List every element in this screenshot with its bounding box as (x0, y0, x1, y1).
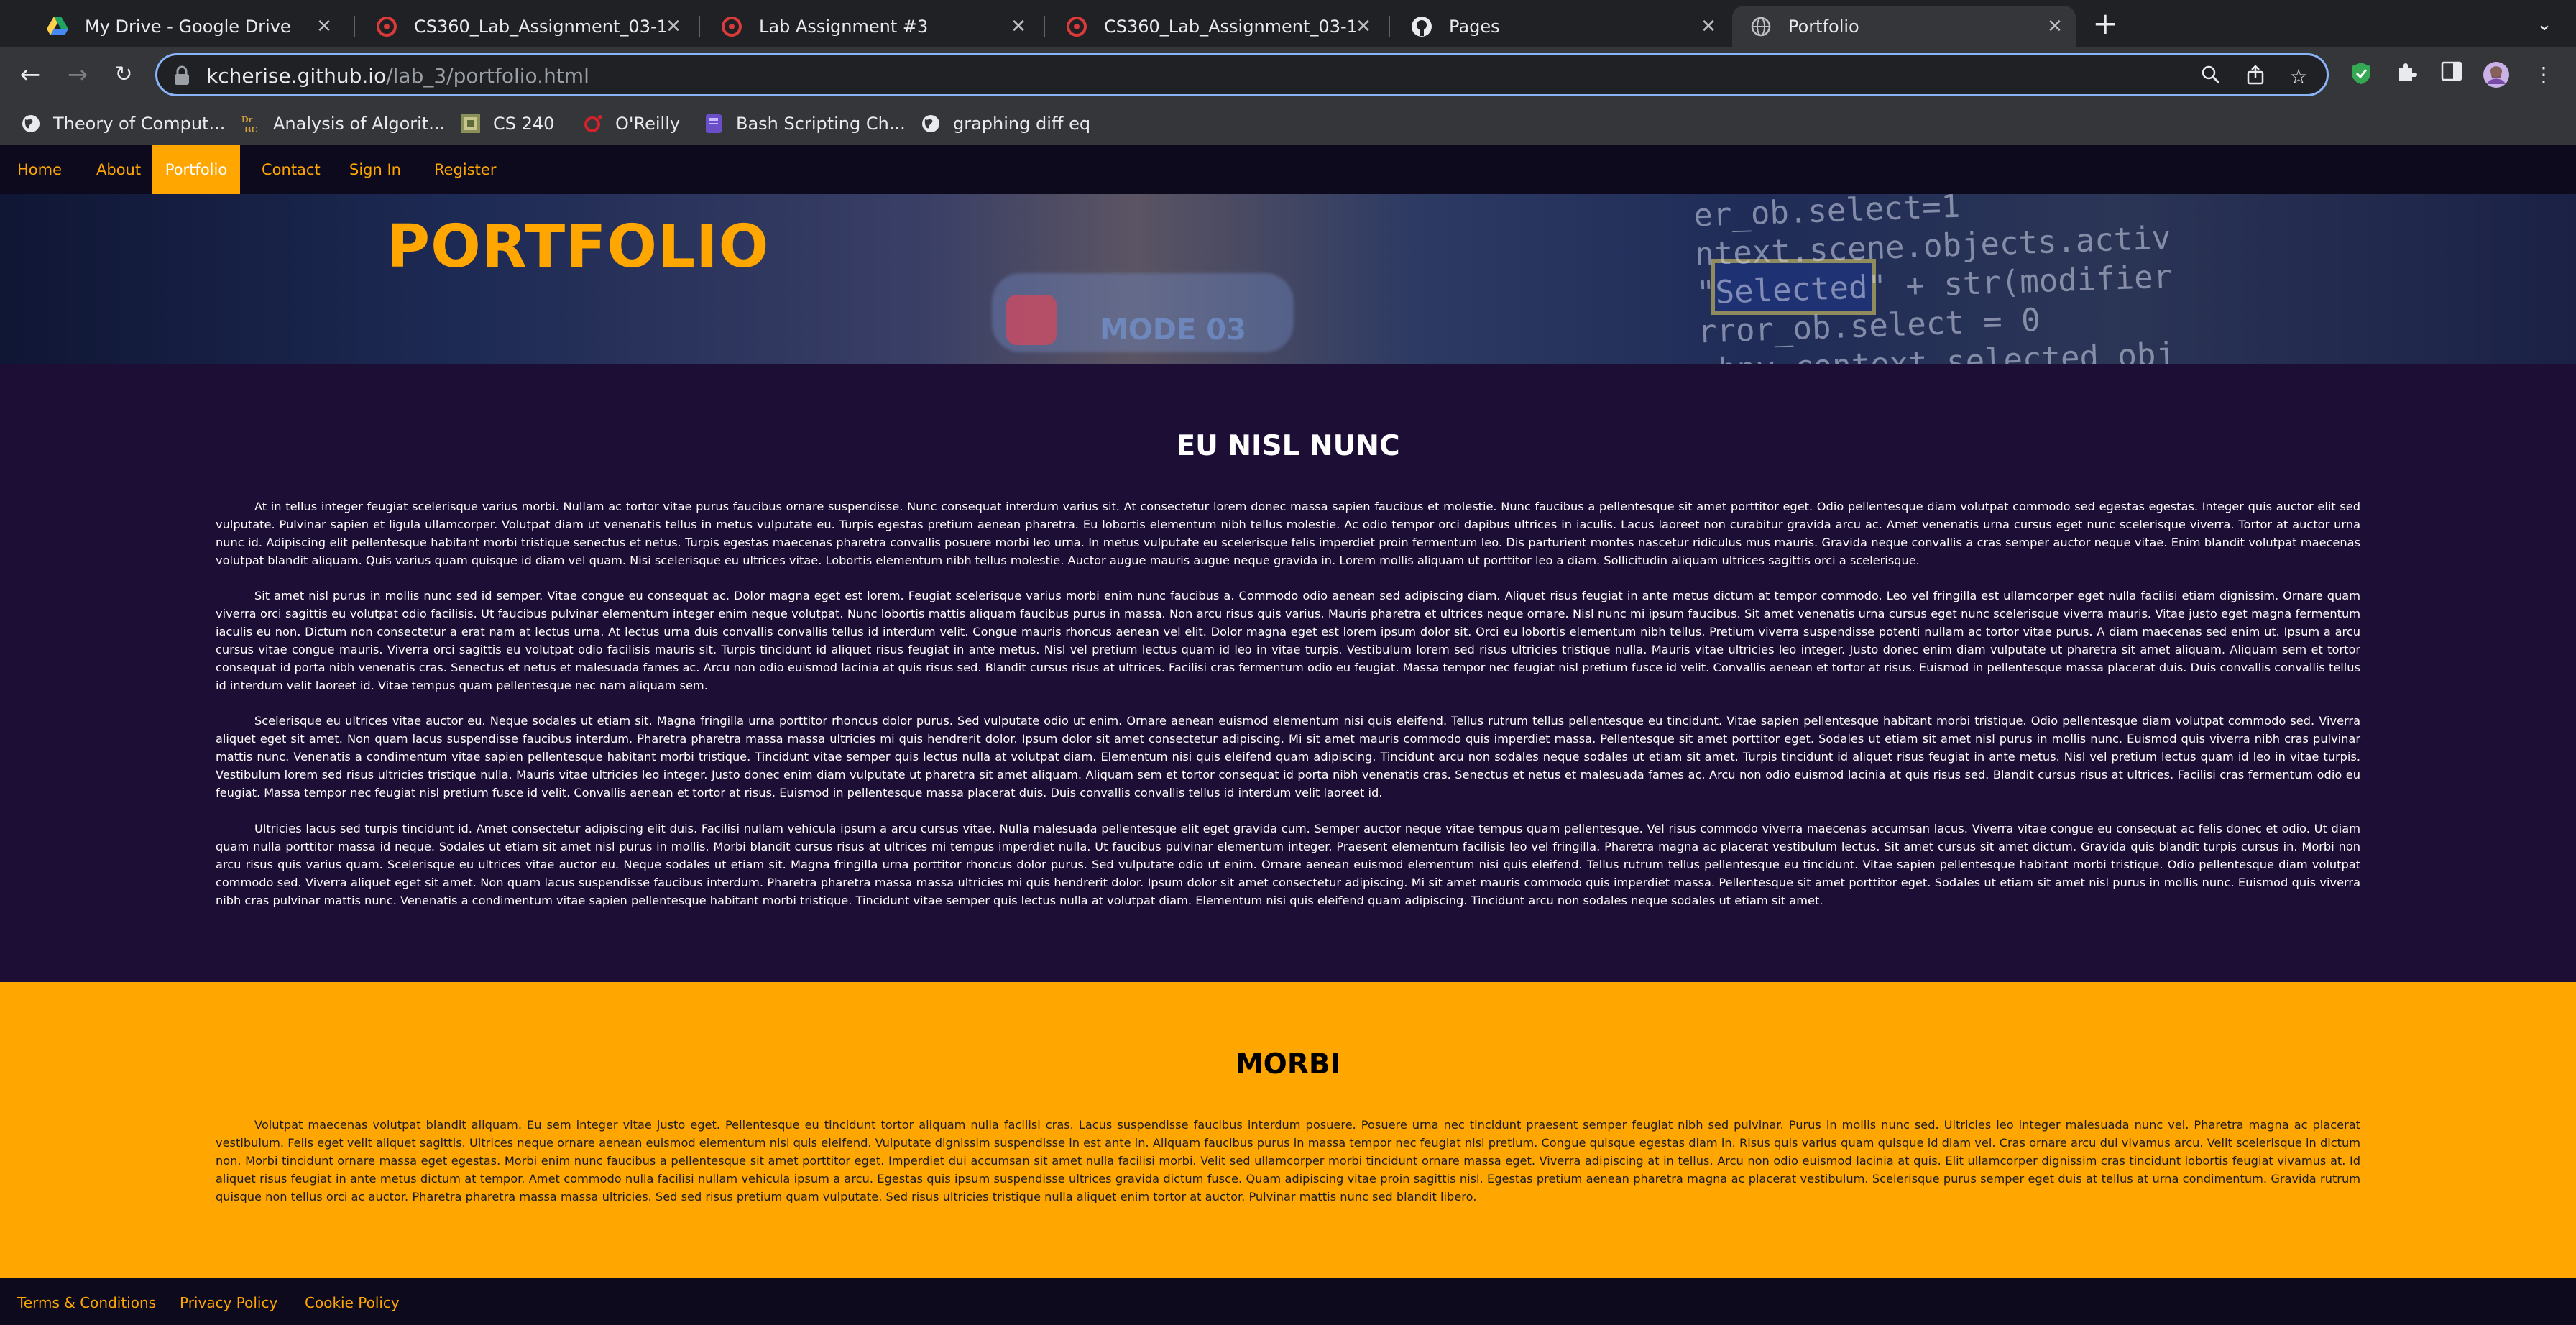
tab-title: Lab Assignment #3 (759, 17, 929, 37)
tab-separator (699, 16, 700, 37)
close-icon[interactable]: ✕ (1698, 16, 1719, 37)
reload-icon[interactable]: ↻ (108, 59, 139, 91)
hero-background-code-image: er_ob.select=1 ntext.scene.objects.activ… (1693, 194, 2176, 364)
web-page: Home About Portfolio Contact Sign In Reg… (0, 145, 2576, 1325)
more-vert-icon[interactable]: ⋮ (2530, 61, 2557, 88)
hero-banner: er_ob.select=1 ntext.scene.objects.activ… (0, 194, 2576, 364)
bookmark-item[interactable]: Bash Scripting Ch... (703, 111, 906, 137)
page-title: PORTFOLIO (387, 213, 770, 281)
tab-cs360-assignment[interactable]: CS360_Lab_Assignment_03-1 ✕ (358, 6, 694, 47)
section-morbi: MORBI Volutpat maecenas volutpat blandit… (0, 982, 2576, 1278)
tab-title: My Drive - Google Drive (85, 17, 291, 37)
close-icon[interactable]: ✕ (313, 16, 335, 37)
oreilly-icon (582, 113, 604, 134)
dr-bc-icon: Dr BC (240, 113, 262, 134)
svg-text:BC: BC (244, 125, 258, 134)
extensions-puzzle-icon[interactable] (2393, 61, 2421, 88)
globe-icon (1749, 15, 1772, 38)
footer-terms-link[interactable]: Terms & Conditions (17, 1294, 156, 1311)
tab-strip: My Drive - Google Drive ✕ CS360_Lab_Assi… (0, 0, 2576, 47)
section-paragraph: Ultricies lacus sed turpis tincidunt id.… (216, 822, 2360, 907)
globe-icon (920, 113, 942, 134)
address-bar[interactable]: kcherise.github.io/lab_3/portfolio.html … (155, 53, 2329, 96)
bookmark-star-icon[interactable]: ☆ (2286, 65, 2311, 89)
share-icon[interactable] (2243, 65, 2268, 89)
bookmark-label: Analysis of Algorit... (273, 114, 446, 134)
tab-cs360-assignment-2[interactable]: CS360_Lab_Assignment_03-1 ✕ (1048, 6, 1384, 47)
tab-title: Pages (1449, 17, 1500, 37)
tab-title: CS360_Lab_Assignment_03-1 (414, 17, 668, 37)
tab-title: Portfolio (1788, 17, 1859, 37)
side-panel-icon[interactable] (2438, 61, 2465, 88)
hero-background-shape (1006, 295, 1057, 345)
bookmark-item[interactable]: Theory of Comput... (20, 111, 225, 137)
bookmarks-bar: Theory of Comput... Dr BC Analysis of Alg… (0, 102, 2576, 145)
bookmark-label: graphing diff eq (953, 114, 1091, 134)
university-logo-icon (1065, 15, 1088, 38)
nav-about[interactable]: About (96, 145, 141, 194)
bookmark-label: O'Reilly (615, 114, 681, 134)
github-icon (1410, 15, 1433, 38)
section-title: EU NISL NUNC (1176, 430, 1400, 462)
shield-extension-icon[interactable] (2347, 61, 2375, 88)
bookmark-item[interactable]: Dr BC Analysis of Algorit... (240, 111, 445, 137)
svg-text:Dr: Dr (242, 115, 253, 124)
footer-privacy-link[interactable]: Privacy Policy (180, 1294, 277, 1311)
google-drive-icon (46, 15, 69, 38)
section-paragraph: Volutpat maecenas volutpat blandit aliqu… (216, 1118, 2360, 1203)
university-logo-icon (375, 15, 398, 38)
nav-contact[interactable]: Contact (262, 145, 321, 194)
close-icon[interactable]: ✕ (2044, 16, 2066, 37)
close-icon[interactable]: ✕ (1353, 16, 1374, 37)
section-eu-nisl-nunc: EU NISL NUNC At in tellus integer feugia… (0, 364, 2576, 982)
hero-background-shape: MODE 03 (1100, 313, 1246, 347)
forward-arrow-icon[interactable]: → (62, 59, 93, 91)
bookmark-item[interactable]: O'Reilly (582, 111, 680, 137)
tab-github-pages[interactable]: Pages ✕ (1393, 6, 1729, 47)
url-path: /lab_3/portfolio.html (386, 64, 589, 88)
globe-icon (20, 113, 42, 134)
tab-separator (354, 16, 355, 37)
nav-home[interactable]: Home (17, 145, 62, 194)
profile-avatar-icon[interactable] (2483, 61, 2510, 88)
site-footer: Terms & Conditions Privacy Policy Cookie… (0, 1278, 2576, 1325)
footer-cookie-link[interactable]: Cookie Policy (305, 1294, 400, 1311)
lock-icon (173, 65, 192, 86)
bookmark-item[interactable]: graphing diff eq (920, 111, 1090, 137)
nav-portfolio[interactable]: Portfolio (152, 145, 240, 194)
tab-separator (1389, 16, 1390, 37)
nav-sign-in[interactable]: Sign In (349, 145, 401, 194)
zoom-search-icon[interactable] (2199, 65, 2223, 89)
bash-icon (703, 113, 724, 134)
section-paragraph: Scelerisque eu ultrices vitae auctor eu.… (216, 714, 2360, 799)
bookmark-label: Bash Scripting Ch... (736, 114, 906, 134)
tab-google-drive[interactable]: My Drive - Google Drive ✕ (29, 6, 345, 47)
cs240-icon (460, 113, 482, 134)
site-nav: Home About Portfolio Contact Sign In Reg… (0, 145, 2576, 194)
chevron-down-icon[interactable]: ⌄ (2530, 10, 2559, 39)
url-host: kcherise.github.io (206, 64, 387, 88)
tab-separator (1044, 16, 1045, 37)
back-arrow-icon[interactable]: ← (14, 59, 46, 91)
tab-lab-assignment[interactable]: Lab Assignment #3 ✕ (703, 6, 1039, 47)
bookmark-label: CS 240 (493, 114, 555, 134)
tab-title: CS360_Lab_Assignment_03-1 (1104, 17, 1358, 37)
browser-toolbar: ← → ↻ kcherise.github.io/lab_3/portfolio… (0, 47, 2576, 102)
nav-register[interactable]: Register (434, 145, 496, 194)
section-paragraph: At in tellus integer feugiat scelerisque… (216, 500, 2360, 567)
section-paragraph: Sit amet nisl purus in mollis nunc sed i… (216, 589, 2360, 692)
close-icon[interactable]: ✕ (1008, 16, 1029, 37)
new-tab-button[interactable]: + (2089, 7, 2122, 40)
section-title: MORBI (1235, 1048, 1341, 1081)
university-logo-icon (720, 15, 743, 38)
tab-portfolio[interactable]: Portfolio ✕ (1732, 6, 2076, 47)
url-text: kcherise.github.io/lab_3/portfolio.html (206, 64, 589, 88)
close-icon[interactable]: ✕ (663, 16, 684, 37)
bookmark-item[interactable]: CS 240 (460, 111, 554, 137)
bookmark-label: Theory of Comput... (53, 114, 226, 134)
